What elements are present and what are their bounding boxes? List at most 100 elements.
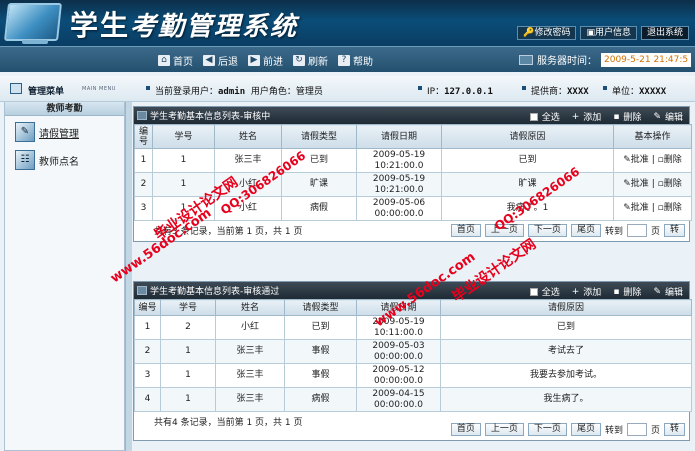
bullet-icon [522,86,526,90]
go-button[interactable]: 转 [663,224,685,237]
home-icon: ⌂ [158,55,170,66]
bullet-icon [418,86,422,90]
bullet-icon [146,86,150,90]
first-page-button[interactable]: 首页 [450,423,481,436]
menu-icon [10,83,22,94]
title-rest: 考勤管理系统 [130,12,299,42]
user-info-button[interactable]: ▣用户信息 [580,26,637,40]
delete-link[interactable]: ▫删除 [658,179,682,189]
col-leave-type: 请假类型 [281,124,357,149]
edit-button[interactable]: ✎ 编辑 [653,110,683,124]
user-icon: ▣ [586,28,595,38]
app-header: 学生考勤管理系统 🔑修改密码 ▣用户信息 退出系统 [0,0,695,46]
server-time-value: 2009-5-21 21:47:5 [601,52,691,67]
approved-table: 编号 学号 姓名 请假类型 请假日期 请假原因 1 2 小红 已到 2009-0… [134,299,692,412]
forward-arrow-icon: ▶ [248,55,260,66]
key-icon: 🔑 [523,28,535,38]
pager: 共有3 条记录，当前第 1 页，共 1 页 首页 上一页 下一页 尾页 转到 页… [134,221,689,241]
rollcall-icon: ☷ [15,150,35,170]
refresh-icon: ↻ [293,55,305,66]
current-user: 当前登录用户：admin 用户角色：管理员 [155,87,323,97]
approve-link[interactable]: ✎批准 [623,203,649,213]
goto-label: 转到 [604,426,623,436]
next-page-button[interactable]: 下一页 [527,224,567,237]
help-icon: ? [338,55,350,66]
goto-label: 转到 [604,227,623,237]
help-button[interactable]: ? 帮助 [338,53,373,68]
add-button[interactable]: + 添加 [571,285,602,299]
table-row: 3 1 张三丰 事假 2009-05-12 00:00:00.0 我要去参加考试。 [134,363,692,388]
select-all-checkbox[interactable]: 全选 [529,110,560,123]
table-header-row: 编号 学号 姓名 请假类型 请假日期 请假原因 [134,299,692,316]
select-all-checkbox[interactable]: 全选 [529,285,560,298]
checkbox-icon [529,112,538,121]
col-id: 编号 [134,299,161,316]
monitor-logo-icon [4,3,62,41]
monitor-stand-icon [22,40,48,44]
sidebar: 教师考勤 ✎ 请假管理 ☷ 教师点名 [4,102,125,451]
go-button[interactable]: 转 [663,423,685,436]
pager-info: 共有4 条记录，当前第 1 页，共 1 页 [154,418,303,428]
back-button[interactable]: ◀ 后退 [203,53,238,68]
next-page-button[interactable]: 下一页 [527,423,567,436]
col-leave-date: 请假日期 [356,299,441,316]
back-arrow-icon: ◀ [203,55,215,66]
add-button[interactable]: + 添加 [571,110,602,124]
col-operations: 基本操作 [613,124,692,149]
sidebar-splitter[interactable] [125,102,132,451]
page-label: 页 [650,426,660,436]
col-reason: 请假原因 [440,299,692,316]
last-page-button[interactable]: 尾页 [570,224,601,237]
col-name: 姓名 [215,299,285,316]
bullet-icon [603,86,607,90]
page-number-input[interactable] [626,224,647,237]
panel-title: 学生考勤基本信息列表-审核中 [150,112,271,122]
page-number-input[interactable] [626,423,647,436]
pager: 共有4 条记录，当前第 1 页，共 1 页 首页 上一页 下一页 尾页 转到 页… [134,412,689,440]
ip-address: IP：127.0.0.1 [427,87,493,97]
pending-list-panel: 学生考勤基本信息列表-审核中 全选 + 添加 ▪ 删除 ✎ 编辑 编号 学号 姓名 请… [133,106,692,242]
col-leave-date: 请假日期 [356,124,442,149]
home-button[interactable]: ⌂ 首页 [158,53,193,68]
edit-button[interactable]: ✎ 编辑 [653,285,683,299]
delete-button[interactable]: ▪ 删除 [613,110,641,124]
app-title: 学生考勤管理系统 [70,4,298,44]
menu-title: 管理菜单 [28,87,65,97]
prev-page-button[interactable]: 上一页 [484,423,524,436]
server-time-label: 服务器时间： [537,56,597,67]
delete-link[interactable]: ▫删除 [658,155,682,165]
sidebar-section-title: 教师考勤 [5,102,124,116]
col-student-no: 学号 [160,299,216,316]
approve-link[interactable]: ✎批准 [623,155,649,165]
logout-button[interactable]: 退出系统 [640,26,689,40]
col-name: 姓名 [214,124,282,149]
plus-icon: + [571,111,580,122]
forward-button[interactable]: ▶ 前进 [248,53,283,68]
change-password-button[interactable]: 🔑修改密码 [517,26,577,40]
table-row: 4 1 张三丰 病假 2009-04-15 00:00:00.0 我生病了。 [134,387,692,412]
pager-info: 共有3 条记录，当前第 1 页，共 1 页 [154,227,303,237]
pencil-icon: ✎ [653,286,661,297]
delete-button[interactable]: ▪ 删除 [613,285,641,299]
page-label: 页 [650,227,660,237]
list-icon [137,286,147,295]
last-page-button[interactable]: 尾页 [570,423,601,436]
plus-icon: + [571,286,580,297]
approve-link[interactable]: ✎批准 [623,179,649,189]
table-row: 2 1 小红 旷课 2009-05-19 10:21:00.0 旷课 ✎批准 | … [134,172,692,197]
table-header-row: 编号 学号 姓名 请假类型 请假日期 请假原因 基本操作 [134,124,692,149]
panel-header: 学生考勤基本信息列表-审核中 全选 + 添加 ▪ 删除 ✎ 编辑 [134,107,689,124]
approved-list-panel: 学生考勤基本信息列表-审核通过 全选 + 添加 ▪ 删除 ✎ 编辑 编号 学号 姓名 … [133,281,692,441]
pending-table: 编号 学号 姓名 请假类型 请假日期 请假原因 基本操作 1 1 张三丰 已到 … [134,124,692,221]
refresh-button[interactable]: ↻ 刷新 [293,53,328,68]
prev-page-button[interactable]: 上一页 [484,224,524,237]
sidebar-item-leave-management[interactable]: ✎ 请假管理 [5,120,124,144]
trash-icon: ▪ [613,286,620,297]
delete-link[interactable]: ▫删除 [658,203,682,213]
first-page-button[interactable]: 首页 [450,224,481,237]
trash-icon: ▪ [613,111,620,122]
pencil-icon: ✎ [653,111,661,122]
server-icon [519,54,533,65]
sidebar-item-teacher-rollcall[interactable]: ☷ 教师点名 [5,148,124,172]
col-leave-type: 请假类型 [284,299,357,316]
